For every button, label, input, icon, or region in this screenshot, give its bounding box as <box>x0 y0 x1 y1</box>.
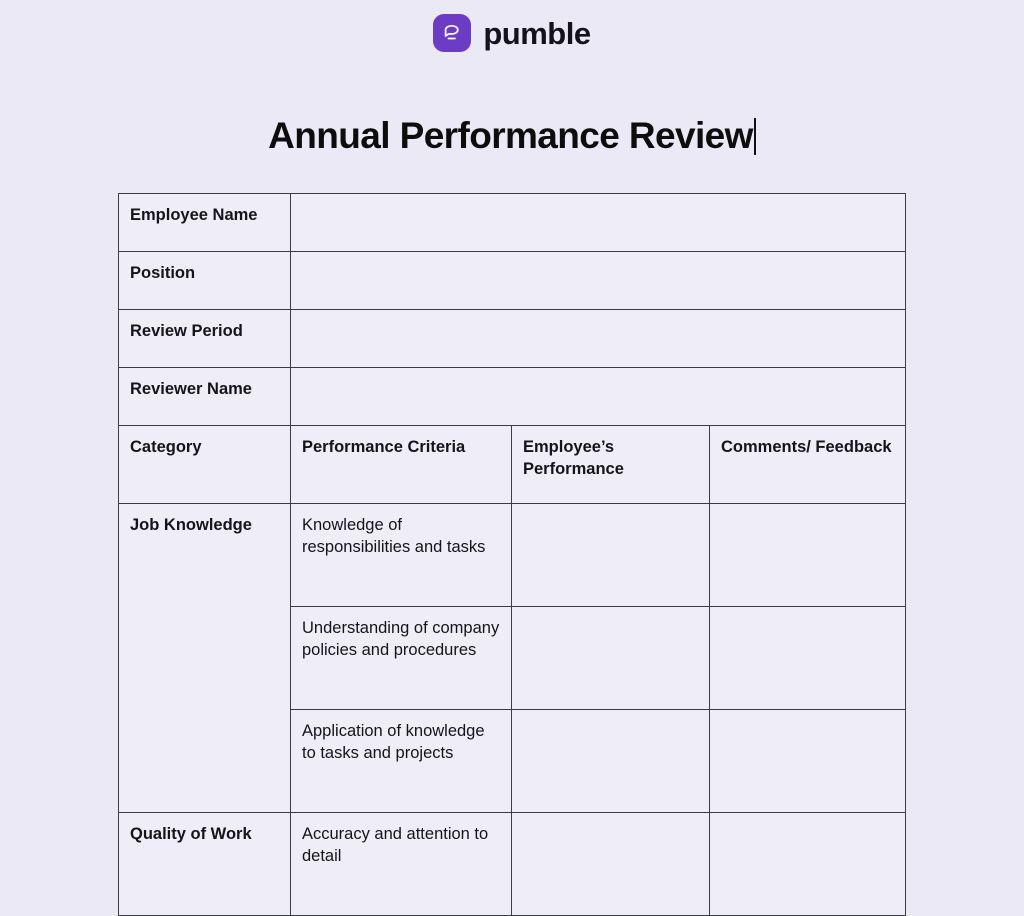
page-title[interactable]: Annual Performance Review <box>268 114 756 157</box>
comments-input-cell[interactable] <box>708 503 907 607</box>
comments-input-cell[interactable] <box>708 812 907 916</box>
table-row: Quality of Work Accuracy and attention t… <box>118 812 907 916</box>
criteria-cell: Understanding of company policies and pr… <box>290 606 512 710</box>
field-label-employee-name: Employee Name <box>118 193 291 252</box>
performance-input-cell[interactable] <box>511 503 710 607</box>
column-header-category: Category <box>118 425 291 504</box>
category-cell-quality-of-work: Quality of Work <box>118 812 291 916</box>
field-input-position[interactable] <box>289 251 907 310</box>
performance-input-cell[interactable] <box>511 812 710 916</box>
comments-input-cell[interactable] <box>708 606 907 710</box>
comments-input-cell[interactable] <box>708 709 907 813</box>
criteria-cell: Knowledge of responsibilities and tasks <box>290 503 512 607</box>
field-input-reviewer-name[interactable] <box>289 367 907 426</box>
brand-name: pumble <box>483 15 591 51</box>
column-header-employee-performance: Employee’s Performance <box>511 425 710 504</box>
criteria-cell: Application of knowledge to tasks and pr… <box>290 709 512 813</box>
column-header-comments-feedback: Comments/ Feedback <box>708 425 907 504</box>
field-input-employee-name[interactable] <box>289 193 907 252</box>
column-header-performance-criteria: Performance Criteria <box>290 425 512 504</box>
field-input-review-period[interactable] <box>289 309 907 368</box>
field-label-review-period: Review Period <box>118 309 291 368</box>
page-title-container: Annual Performance Review <box>0 110 1024 162</box>
pumble-logo-icon <box>433 14 472 52</box>
criteria-cell: Accuracy and attention to detail <box>290 812 512 916</box>
brand-header: pumble <box>0 0 1024 58</box>
category-cell-job-knowledge: Job Knowledge <box>118 503 291 813</box>
performance-input-cell[interactable] <box>511 606 710 710</box>
text-cursor-caret <box>753 117 756 155</box>
table-row: Job Knowledge Knowledge of responsibilit… <box>118 503 907 813</box>
table-row: Review Period <box>118 309 907 368</box>
table-row: Employee Name <box>118 193 907 252</box>
review-form-table-container: Employee Name Position Review Period Rev… <box>118 193 907 916</box>
table-header-row: Category Performance Criteria Employee’s… <box>118 425 907 504</box>
performance-input-cell[interactable] <box>511 709 710 813</box>
table-row: Reviewer Name <box>118 367 907 426</box>
field-label-reviewer-name: Reviewer Name <box>118 367 291 426</box>
page-title-text: Annual Performance Review <box>268 114 753 156</box>
field-label-position: Position <box>118 251 291 310</box>
performance-review-table: Employee Name Position Review Period Rev… <box>118 193 907 916</box>
table-row: Position <box>118 251 907 310</box>
